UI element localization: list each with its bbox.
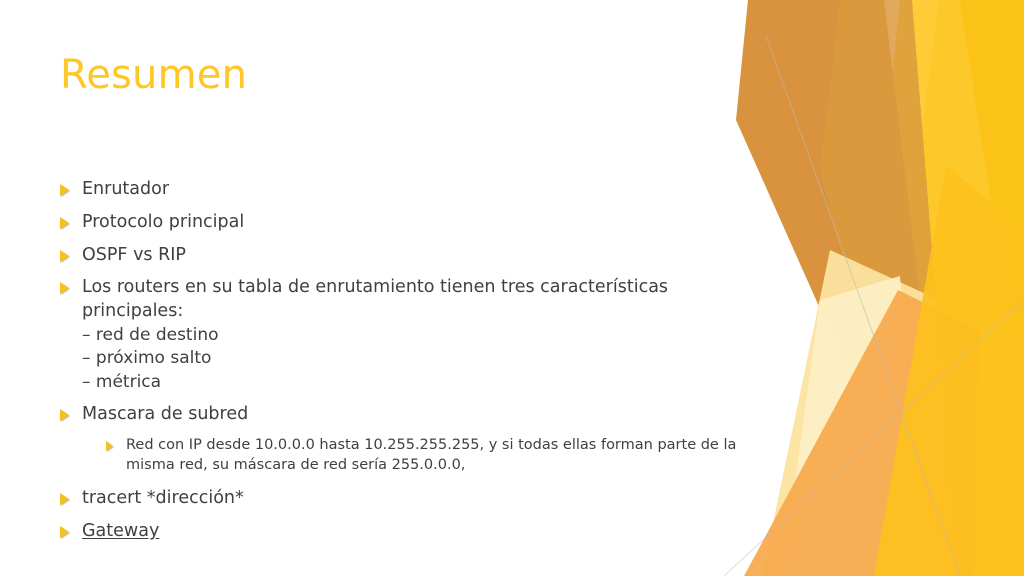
decor-hairline-2 <box>724 299 1024 576</box>
list-item: OSPF vs RIP <box>60 244 760 268</box>
triangle-right-icon <box>60 520 82 539</box>
triangle-right-icon <box>60 276 82 295</box>
list-item-label: Los routers en su tabla de enrutamiento … <box>82 277 669 322</box>
content-body: Enrutador Protocolo principal OSPF vs RI… <box>60 178 760 553</box>
decor-shape-dark-orange <box>736 0 924 430</box>
list-item-subline: – próximo salto <box>82 348 212 369</box>
list-item: Protocolo principal <box>60 211 760 235</box>
list-item-label: tracert *dirección* <box>82 488 244 509</box>
gateway-link[interactable]: Gateway <box>82 520 760 544</box>
triangle-right-icon <box>60 178 82 196</box>
triangle-right-icon <box>60 403 82 422</box>
list-item-subline: – red de destino <box>82 324 219 345</box>
list-item-block: Los routers en su tabla de enrutamiento … <box>82 276 760 394</box>
list-item-label: OSPF vs RIP <box>82 244 186 265</box>
decor-hairline-1 <box>765 35 961 576</box>
list-item-label: Enrutador <box>82 179 170 199</box>
list-item-label: Protocolo principal <box>82 211 245 232</box>
triangle-right-icon <box>106 436 126 452</box>
decor-shape-bright-yellow <box>864 0 1024 576</box>
triangle-right-icon <box>60 244 82 262</box>
list-item: Los routers en su tabla de enrutamiento … <box>60 276 760 394</box>
list-item: Mascara de subred <box>60 403 760 427</box>
decor-shape-orange-mid <box>820 0 936 420</box>
list-item-subline: – métrica <box>82 371 162 392</box>
sub-list-item-label: Red con IP desde 10.0.0.0 hasta 10.255.2… <box>126 437 737 473</box>
decor-shape-yellow-lower <box>874 165 1024 576</box>
decor-shape-orange-lower <box>744 290 979 576</box>
list-item[interactable]: Gateway <box>60 520 760 544</box>
facet-corner-graphic <box>724 0 1024 576</box>
sub-list-item: Red con IP desde 10.0.0.0 hasta 10.255.2… <box>106 436 760 475</box>
list-item: tracert *dirección* <box>60 487 760 511</box>
decor-shape-light-cream <box>782 276 924 576</box>
triangle-right-icon <box>60 211 82 229</box>
decor-shape-pale-cream <box>762 250 956 576</box>
slide: Resumen Enrutador Protocolo principal OS… <box>0 0 1024 576</box>
triangle-right-icon <box>60 487 82 506</box>
list-item-label: Mascara de subred <box>82 404 249 425</box>
page-title: Resumen <box>60 52 248 98</box>
decor-shape-golden <box>842 0 1024 576</box>
list-item: Enrutador <box>60 178 760 202</box>
